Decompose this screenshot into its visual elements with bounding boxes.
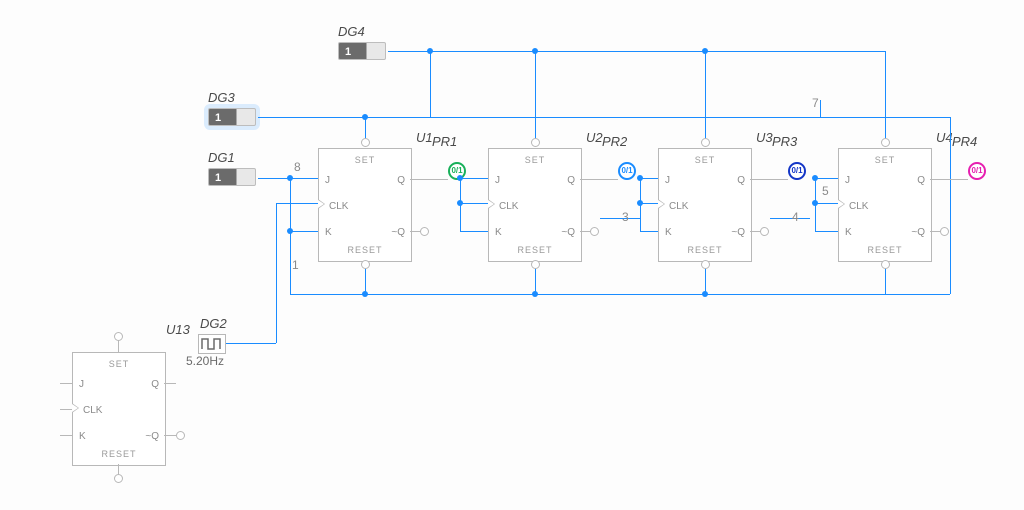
pin-j: J bbox=[845, 175, 850, 186]
pin-nq: ~Q bbox=[731, 227, 745, 238]
pin-nq: ~Q bbox=[911, 227, 925, 238]
dg4-label: DG4 bbox=[338, 24, 365, 39]
pin-reset: RESET bbox=[319, 245, 411, 255]
pin-reset: RESET bbox=[489, 245, 581, 255]
clk-edge-icon bbox=[72, 403, 79, 413]
pin-reset: RESET bbox=[73, 449, 165, 459]
clock-source[interactable] bbox=[198, 334, 226, 354]
clk-edge-icon bbox=[318, 199, 325, 209]
jkff-u3[interactable]: SET RESET J CLK K Q ~Q bbox=[658, 148, 752, 262]
pin-set: SET bbox=[839, 155, 931, 165]
net-5: 5 bbox=[822, 184, 829, 198]
jkff-u4[interactable]: SET RESET J CLK K Q ~Q bbox=[838, 148, 932, 262]
pin-set: SET bbox=[489, 155, 581, 165]
pr3-label: PR3 bbox=[772, 134, 797, 149]
dg3-label: DG3 bbox=[208, 90, 235, 105]
dg1-source[interactable]: 1 bbox=[208, 168, 256, 186]
pin-nq: ~Q bbox=[145, 431, 159, 442]
jkff-u1[interactable]: SET RESET J CLK K Q ~Q bbox=[318, 148, 412, 262]
pin-set: SET bbox=[73, 359, 165, 369]
net-3: 3 bbox=[622, 210, 629, 224]
u3-ref: U3 bbox=[756, 130, 773, 145]
clk-edge-icon bbox=[838, 199, 845, 209]
pin-j: J bbox=[325, 175, 330, 186]
clock-freq: 5.20Hz bbox=[186, 354, 224, 368]
pr1-label: PR1 bbox=[432, 134, 457, 149]
probe-pr2[interactable]: 0/1 bbox=[618, 162, 636, 180]
pin-nq: ~Q bbox=[391, 227, 405, 238]
probe-pr3[interactable]: 0/1 bbox=[788, 162, 806, 180]
pin-clk: CLK bbox=[499, 201, 518, 212]
pin-k: K bbox=[495, 227, 502, 238]
dg3-source[interactable]: 1 bbox=[208, 108, 256, 126]
dg1-label: DG1 bbox=[208, 150, 235, 165]
u2-ref: U2 bbox=[586, 130, 603, 145]
net-4: 4 bbox=[792, 210, 799, 224]
probe-pr4[interactable]: 0/1 bbox=[968, 162, 986, 180]
dg2-label: DG2 bbox=[200, 316, 227, 331]
pin-j: J bbox=[79, 379, 84, 390]
u1-ref: U1 bbox=[416, 130, 433, 145]
dg4-source[interactable]: 1 bbox=[338, 42, 386, 60]
clk-edge-icon bbox=[488, 199, 495, 209]
pin-reset: RESET bbox=[839, 245, 931, 255]
pin-set: SET bbox=[659, 155, 751, 165]
pin-j: J bbox=[495, 175, 500, 186]
pin-k: K bbox=[845, 227, 852, 238]
schematic-canvas[interactable]: DG4 1 DG3 1 DG1 1 DG2 U13 5.20Hz SET RES… bbox=[0, 0, 1024, 510]
pin-q: Q bbox=[737, 175, 745, 186]
pin-k: K bbox=[325, 227, 332, 238]
pin-q: Q bbox=[567, 175, 575, 186]
pr2-label: PR2 bbox=[602, 134, 627, 149]
pin-clk: CLK bbox=[849, 201, 868, 212]
pin-k: K bbox=[79, 431, 86, 442]
pin-clk: CLK bbox=[83, 405, 102, 416]
pin-reset: RESET bbox=[659, 245, 751, 255]
pin-set: SET bbox=[319, 155, 411, 165]
jkff-u2[interactable]: SET RESET J CLK K Q ~Q bbox=[488, 148, 582, 262]
pr4-label: PR4 bbox=[952, 134, 977, 149]
u13-ref: U13 bbox=[166, 322, 190, 337]
pin-nq: ~Q bbox=[561, 227, 575, 238]
pin-q: Q bbox=[917, 175, 925, 186]
pin-j: J bbox=[665, 175, 670, 186]
net-7: 7 bbox=[812, 96, 819, 110]
net-8: 8 bbox=[294, 160, 301, 174]
clk-edge-icon bbox=[658, 199, 665, 209]
pin-k: K bbox=[665, 227, 672, 238]
pin-q: Q bbox=[397, 175, 405, 186]
pin-clk: CLK bbox=[669, 201, 688, 212]
pin-clk: CLK bbox=[329, 201, 348, 212]
pin-q: Q bbox=[151, 379, 159, 390]
net-1: 1 bbox=[292, 258, 299, 272]
jkff-unplaced[interactable]: SET RESET J CLK K Q ~Q bbox=[72, 352, 166, 466]
